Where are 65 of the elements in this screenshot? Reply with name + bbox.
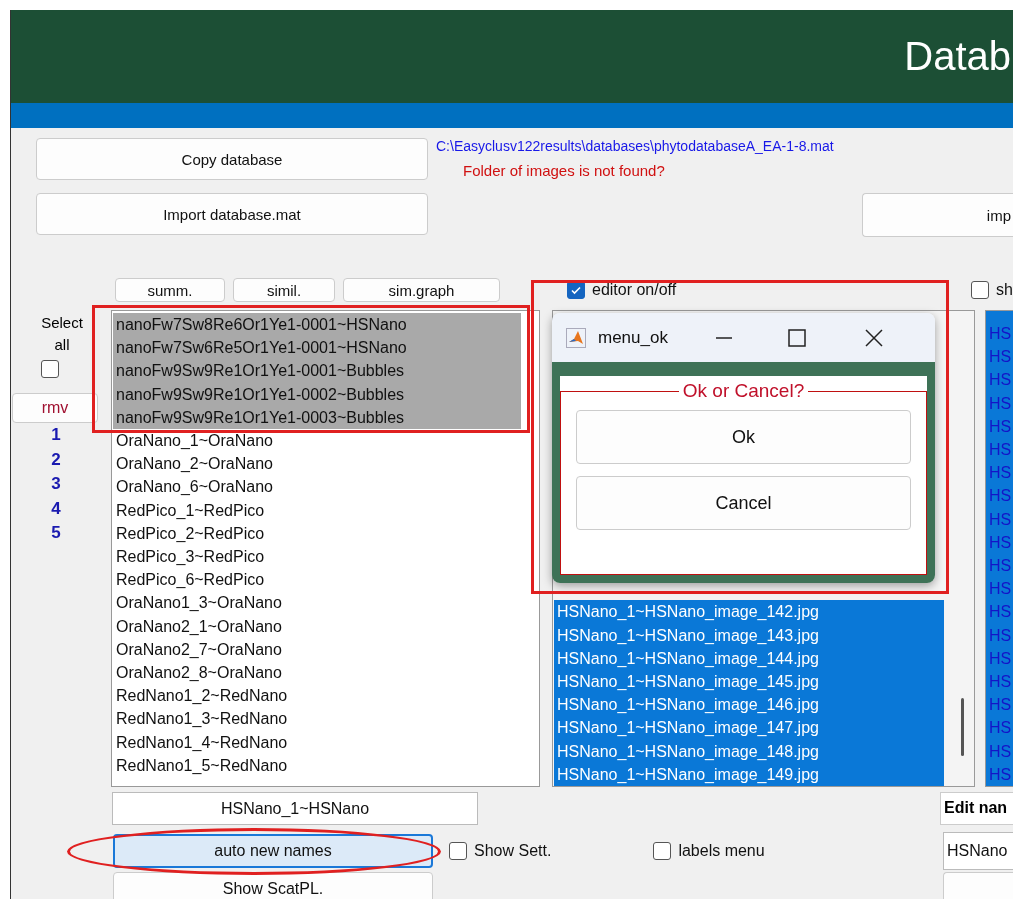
list-item[interactable]: OraNano_1~OraNano bbox=[113, 429, 521, 453]
edit-name-field[interactable]: HSNano bbox=[943, 832, 1013, 870]
row-number: 3 bbox=[51, 473, 61, 495]
row-number: 2 bbox=[51, 448, 61, 471]
check-icon bbox=[570, 284, 582, 296]
show-settings-checkbox[interactable] bbox=[449, 842, 467, 860]
maximize-icon[interactable] bbox=[787, 328, 806, 347]
list-item[interactable]: nanoFw7Sw8Re6Or1Ye1-0001~HSNano bbox=[113, 313, 521, 337]
import-database-button[interactable]: Import database.mat bbox=[36, 193, 428, 235]
close-icon[interactable] bbox=[864, 328, 883, 347]
list-item[interactable]: OraNano2_1~OraNano bbox=[113, 614, 521, 638]
list-item[interactable]: RedPico_1~RedPico bbox=[113, 498, 521, 522]
list-item[interactable]: RedNano1_5~RedNano bbox=[113, 753, 521, 778]
name-field[interactable]: HSNano_1~HSNano bbox=[112, 792, 478, 825]
list-item[interactable]: HSNano_1~HSNano_image_146.jpg bbox=[554, 693, 944, 717]
show-scatter-plot-button[interactable]: Show ScatPL. bbox=[113, 872, 433, 899]
warning-text: Folder of images is not found? bbox=[462, 162, 666, 179]
database-path: C:\Easyclusv122results\databases\phytodatabaseA_EA-1-8.mat bbox=[436, 138, 834, 154]
select-all-label: Select all bbox=[40, 313, 84, 355]
list-item[interactable]: OraNano_2~OraNano bbox=[113, 452, 521, 476]
remove-button[interactable]: rmv bbox=[12, 393, 98, 423]
list-item[interactable]: HSNano_1~HSNano_image_148.jpg bbox=[554, 739, 944, 763]
list-item[interactable]: RedNano1_3~RedNano bbox=[113, 707, 521, 731]
list-item[interactable]: HSNano_1~HSNano_image_143.jpg bbox=[554, 623, 944, 647]
labels-menu-checkbox[interactable] bbox=[653, 842, 672, 860]
app-icon bbox=[566, 327, 586, 348]
edit-name-label: Edit nan bbox=[940, 792, 1013, 825]
list-item[interactable]: HSNano_1~HSNano_image_145.jpg bbox=[554, 670, 944, 694]
import-button[interactable]: imp bbox=[862, 193, 1013, 237]
row-number: 1 bbox=[51, 424, 61, 446]
list-item[interactable]: nanoFw9Sw9Re1Or1Ye1-0003~Bubbles bbox=[113, 405, 521, 429]
list-item[interactable]: OraNano2_7~OraNano bbox=[113, 637, 521, 662]
toolbar-button[interactable]: simil. bbox=[233, 278, 335, 302]
dialog-button[interactable]: Ok bbox=[576, 410, 911, 464]
list-item[interactable]: HSNano_1~HSNano_image_147.jpg bbox=[554, 716, 944, 740]
list-item[interactable]: nanoFw9Sw9Re1Or1Ye1-0001~Bubbles bbox=[113, 359, 521, 383]
list-item[interactable]: RedNano1_4~RedNano bbox=[113, 730, 521, 754]
scrollbar-thumb[interactable] bbox=[961, 698, 964, 756]
dialog-title: menu_ok bbox=[598, 327, 668, 348]
list-item[interactable]: RedNano1_2~RedNano bbox=[113, 684, 521, 708]
list-item[interactable]: nanoFw9Sw9Re1Or1Ye1-0002~Bubbles bbox=[113, 382, 521, 406]
toolbar-button[interactable]: sim.graph bbox=[343, 278, 500, 302]
toolbar-button[interactable]: summ. bbox=[115, 278, 225, 302]
select-all-checkbox[interactable] bbox=[40, 360, 59, 378]
show-settings-label: Show Sett. bbox=[474, 842, 552, 860]
auto-new-names-button[interactable]: auto new names bbox=[113, 834, 433, 868]
list-item[interactable]: HSNano_1~HSNano_image_149.jpg bbox=[554, 762, 944, 786]
show-checkbox[interactable] bbox=[971, 281, 990, 299]
list-item[interactable]: OraNano_6~OraNano bbox=[113, 475, 521, 499]
labels-menu-label: labels menu bbox=[678, 842, 765, 860]
row-number: 5 bbox=[51, 522, 61, 544]
list-item[interactable]: HSNano_1~HSNano_image_142.jpg bbox=[554, 600, 944, 624]
list-item[interactable]: RedPico_3~RedPico bbox=[113, 545, 521, 569]
list-item[interactable]: OraNano2_8~OraNano bbox=[113, 661, 521, 685]
app-title: Datab bbox=[904, 34, 1011, 79]
list-item[interactable]: RedPico_2~RedPico bbox=[113, 521, 521, 546]
editor-label: editor on/off bbox=[592, 281, 677, 299]
dialog-button[interactable]: Cancel bbox=[576, 476, 911, 530]
copy-database-button[interactable]: Copy database bbox=[36, 138, 428, 180]
list-item[interactable]: nanoFw7Sw6Re5Or1Ye1-0001~HSNano bbox=[113, 336, 521, 360]
list-item[interactable]: OraNano1_3~OraNano bbox=[113, 591, 521, 615]
show-label: sh bbox=[996, 281, 1013, 299]
row-number: 4 bbox=[51, 497, 61, 520]
list-item[interactable]: RedPico_6~RedPico bbox=[113, 568, 521, 592]
list-item[interactable]: HSNano_1~HSNano_image_144.jpg bbox=[554, 646, 944, 670]
